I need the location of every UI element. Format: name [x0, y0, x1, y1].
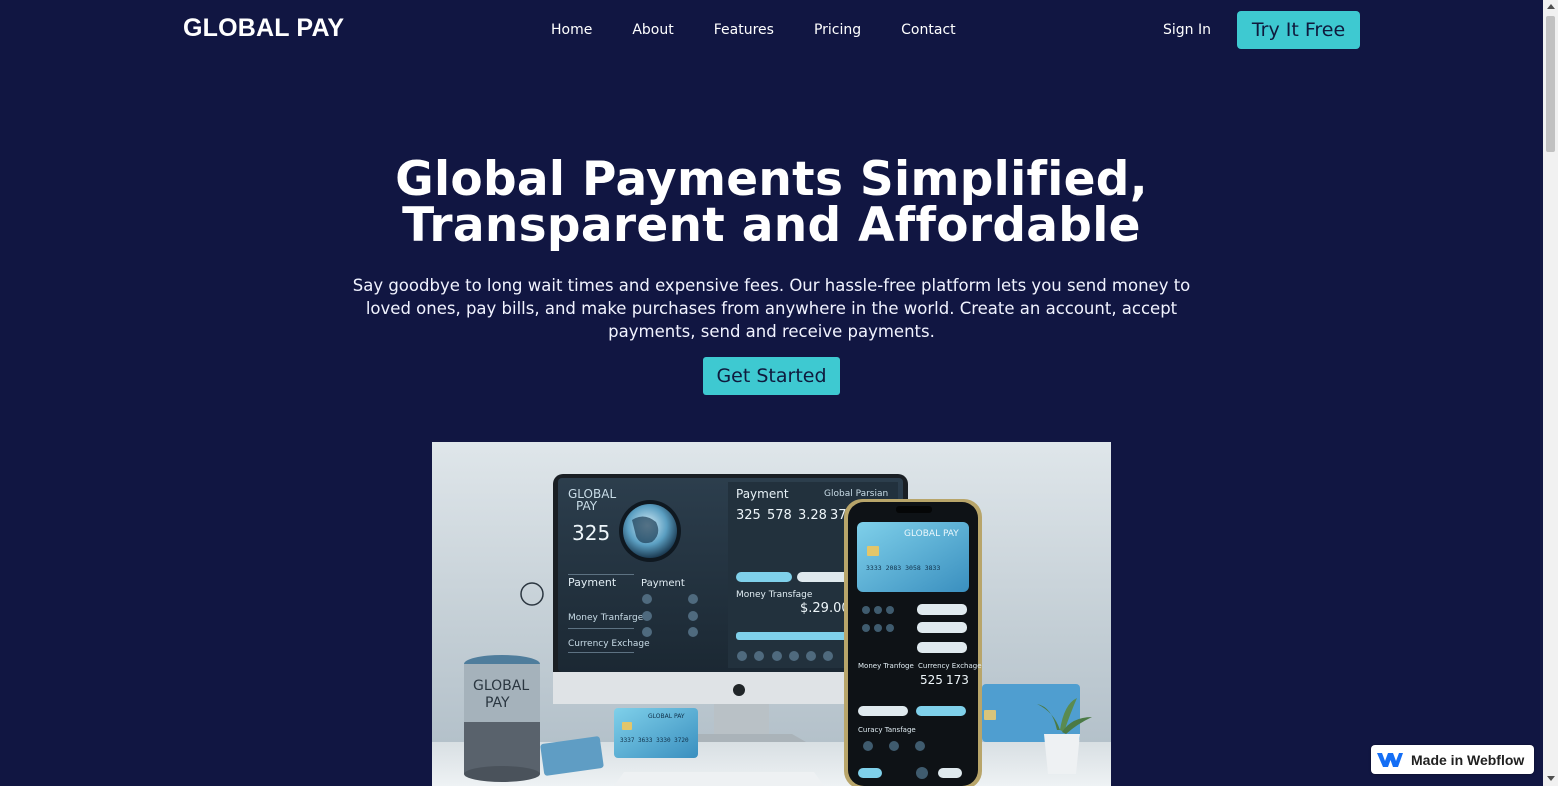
- monitor-brand-line2: PAY: [576, 499, 598, 513]
- phone-currency-title: Curacy Tansfage: [858, 726, 916, 734]
- monitor-menu-item-payment: Payment: [568, 576, 617, 589]
- scroll-down-icon[interactable]: [1547, 776, 1555, 781]
- brand-logo[interactable]: GLOBAL PAY: [183, 14, 344, 43]
- monitor-global-panel: Global Parsian: [824, 489, 888, 499]
- nav-links: Home About Features Pricing Contact: [531, 20, 976, 40]
- monitor-value-3: 3.28: [798, 508, 827, 523]
- cursor-ring: [520, 582, 544, 606]
- phone: GLOBAL PAY 3333 2083 3058 3833 Money Tra…: [844, 499, 982, 786]
- webflow-badge-label: Made in Webflow: [1411, 751, 1525, 768]
- sign-in-link[interactable]: Sign In: [1163, 20, 1211, 40]
- coffee-mug: GLOBAL PAY: [464, 655, 540, 782]
- phone-section-left: Money Tranfoge: [858, 662, 914, 670]
- made-in-webflow-badge[interactable]: Made in Webflow: [1371, 745, 1534, 774]
- monitor-camera: [733, 684, 745, 696]
- monitor-value-1: 325: [736, 508, 761, 523]
- hero-title: Global Payments Simplified, Transparent …: [395, 152, 1148, 253]
- phone-section-right: Currency Exchage: [918, 662, 982, 670]
- navbar: GLOBAL PAY Home About Features Pricing C…: [0, 0, 1543, 60]
- phone-brand: GLOBAL PAY: [904, 529, 959, 539]
- nav-link-features[interactable]: Features: [694, 20, 794, 40]
- nav-link-home[interactable]: Home: [531, 20, 612, 40]
- card-brand: GLOBAL PAY: [648, 713, 685, 720]
- monitor-amount: $.29.00: [800, 601, 850, 616]
- devices-illustration: GLOBAL PAY 325 Payment Money Tranfarge C…: [432, 474, 1111, 786]
- mug-brand-line1: GLOBAL: [473, 678, 529, 694]
- hero-subtitle: Say goodbye to long wait times and expen…: [352, 276, 1191, 341]
- monitor-menu-item-currency: Currency Exchage: [568, 639, 650, 649]
- scroll-up-icon[interactable]: [1547, 4, 1555, 9]
- phone-value-1: 525: [920, 673, 943, 687]
- hero-image: GLOBAL PAY 325 Payment Money Tranfarge C…: [432, 442, 1111, 786]
- page-scrollbar[interactable]: [1543, 0, 1558, 786]
- try-it-free-button[interactable]: Try It Free: [1237, 11, 1360, 49]
- nav-link-contact[interactable]: Contact: [881, 20, 975, 40]
- nav-link-pricing[interactable]: Pricing: [794, 20, 881, 40]
- phone-value-2: 173: [946, 673, 969, 687]
- monitor-value-2: 578: [767, 508, 792, 523]
- monitor-money-transfer: Money Transfage: [736, 590, 813, 600]
- monitor-col-title: Payment: [641, 578, 685, 589]
- get-started-button[interactable]: Get Started: [703, 357, 840, 395]
- webflow-logo-icon: [1377, 752, 1403, 767]
- phone-card-number: 3333 2083 3058 3833: [866, 564, 940, 572]
- nav-link-about[interactable]: About: [612, 20, 693, 40]
- mug-brand-line2: PAY: [485, 695, 510, 711]
- keyboard: [614, 772, 824, 786]
- scrollbar-thumb[interactable]: [1546, 16, 1555, 152]
- monitor-payment-title: Payment: [736, 487, 789, 501]
- card-number: 3337 3633 3330 3720: [620, 737, 689, 744]
- monitor-menu-item-money: Money Tranfarge: [568, 613, 644, 623]
- monitor-big-value: 325: [572, 521, 610, 545]
